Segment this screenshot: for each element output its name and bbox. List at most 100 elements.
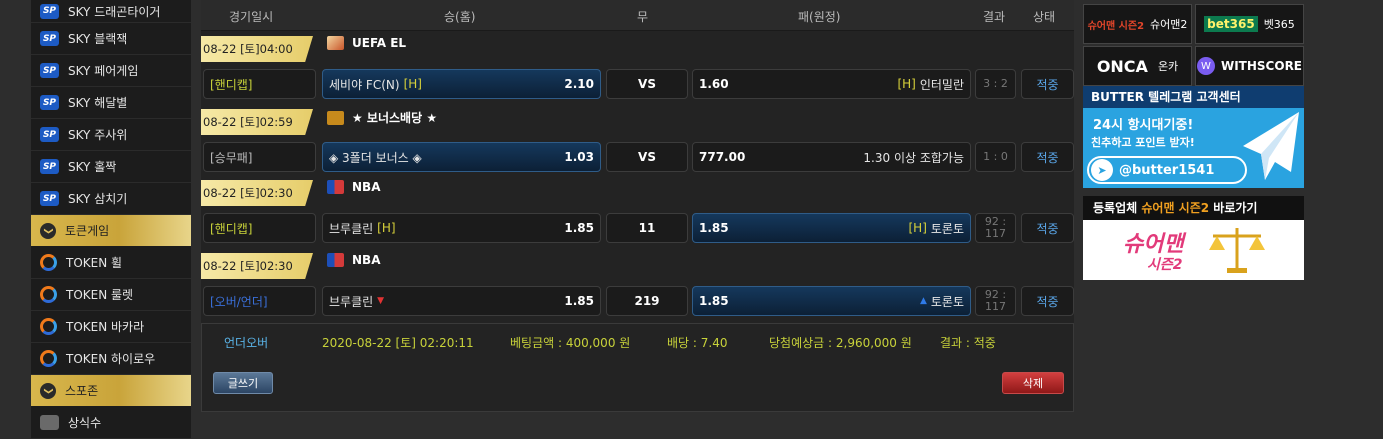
away-team-group: [H] 인터밀란 bbox=[897, 76, 964, 93]
sidebar-item[interactable]: TOKEN 하이로우 bbox=[31, 343, 191, 375]
up-arrow-icon: ▲ bbox=[919, 296, 927, 306]
summary-bet-amount: 베팅금액 : 400,000 원 bbox=[510, 336, 631, 350]
sidebar: SP SKY 드래곤타이거 SP SKY 블랙잭 SP SKY 페어게임 SP SKY 해달별… bbox=[31, 0, 191, 439]
telegram-line2: 친추하고 포인트 받자! bbox=[1091, 136, 1195, 149]
sidebar-item[interactable]: 상식수 bbox=[31, 407, 191, 439]
table-header: 경기일시 승(홈) 무 패(원정) 결과 상태 bbox=[201, 0, 1074, 31]
home-team-name: 세비야 FC(N) bbox=[329, 77, 400, 92]
bonus-flag-icon bbox=[327, 110, 344, 125]
sp-badge-icon: SP bbox=[40, 63, 59, 78]
sidebar-item-label: TOKEN 바카라 bbox=[66, 320, 145, 334]
away-team-name: 토론토 bbox=[930, 221, 964, 236]
sidebar-section-header[interactable]: ❯ 스포존 bbox=[31, 375, 191, 407]
bet-history-panel: 경기일시 승(홈) 무 패(원정) 결과 상태 08-22 [토]04:00 UE… bbox=[201, 0, 1074, 412]
away-odds: 1.85 bbox=[699, 294, 729, 308]
onca-logo-icon: ONCA bbox=[1096, 56, 1148, 76]
sidebar-item-label: SKY 페어게임 bbox=[68, 64, 139, 78]
summary-odds: 배당 : 7.40 bbox=[667, 336, 728, 350]
sureman-logo-icon: 슈어맨 시즌2 bbox=[1087, 20, 1145, 32]
draw-cell[interactable]: VS bbox=[606, 69, 688, 99]
home-odds-cell[interactable]: 브루클린 [H] 1.85 bbox=[322, 213, 601, 243]
partner-withscore[interactable]: W WITHSCORE bbox=[1195, 46, 1304, 86]
partner-label: 온카 bbox=[1157, 60, 1179, 73]
status-cell[interactable]: 적중 bbox=[1021, 213, 1074, 243]
home-odds: 1.03 bbox=[564, 150, 594, 164]
partner-label: WITHSCORE bbox=[1220, 59, 1303, 73]
partner-onca[interactable]: ONCA 온카 bbox=[1083, 46, 1192, 86]
sidebar-item-label: 스포존 bbox=[65, 384, 99, 398]
result-cell: 92 : 117 bbox=[975, 213, 1016, 243]
summary-expected-payout: 당첨예상금 : 2,960,000 원 bbox=[769, 336, 912, 350]
status-cell[interactable]: 적중 bbox=[1021, 142, 1074, 172]
game-date-tab: 08-22 [토]04:00 bbox=[201, 36, 313, 62]
telegram-line1: 24시 항시대기중! bbox=[1093, 118, 1194, 133]
sidebar-item[interactable]: SP SKY 주사위 bbox=[31, 119, 191, 151]
status-cell[interactable]: 적중 bbox=[1021, 286, 1074, 316]
home-team-name: ◈ 3폴더 보너스 ◈ bbox=[329, 150, 422, 165]
league-name: ★ 보너스배당 ★ bbox=[352, 111, 438, 125]
away-tag: [H] bbox=[897, 77, 916, 91]
uefa-flag-icon bbox=[327, 36, 344, 50]
partner-label: 슈어맨2 bbox=[1150, 18, 1188, 31]
delete-button[interactable]: 삭제 bbox=[1002, 372, 1064, 394]
away-team-group: 1.30 이상 조합가능 bbox=[859, 149, 964, 166]
result-cell: 92 : 117 bbox=[975, 286, 1016, 316]
away-team-name: 토론토 bbox=[930, 294, 964, 309]
away-odds: 777.00 bbox=[699, 150, 746, 164]
home-team-group: 브루클린 ▼ bbox=[329, 293, 384, 310]
sp-badge-icon: SP bbox=[40, 95, 59, 110]
sidebar-item[interactable]: SP SKY 해달별 bbox=[31, 87, 191, 119]
partner-bet365[interactable]: bet365 벳365 bbox=[1195, 4, 1304, 44]
league-name: NBA bbox=[352, 253, 381, 267]
bet-type-cell: [승무패] bbox=[203, 142, 316, 172]
home-team-group: ◈ 3폴더 보너스 ◈ bbox=[329, 149, 426, 166]
home-odds-cell[interactable]: 세비야 FC(N) [H] 2.10 bbox=[322, 69, 601, 99]
sureman-title-highlight: 슈어맨 시즌2 bbox=[1141, 201, 1210, 215]
away-odds-cell[interactable]: 777.00 1.30 이상 조합가능 bbox=[692, 142, 971, 172]
home-odds-cell[interactable]: 브루클린 ▼ 1.85 bbox=[322, 286, 601, 316]
sidebar-item[interactable]: TOKEN 룰렛 bbox=[31, 279, 191, 311]
draw-cell[interactable]: 219 bbox=[606, 286, 688, 316]
sp-badge-icon: SP bbox=[40, 31, 59, 46]
header-away: 패(원정) bbox=[798, 10, 841, 24]
sidebar-item[interactable]: SP SKY 블랙잭 bbox=[31, 23, 191, 55]
sidebar-item[interactable]: SP SKY 드래곤타이거 bbox=[31, 0, 191, 23]
league-label: ★ 보너스배당 ★ bbox=[327, 109, 437, 126]
token-ring-icon bbox=[40, 318, 57, 335]
partner-sureman2[interactable]: 슈어맨 시즌2 슈어맨2 bbox=[1083, 4, 1192, 44]
sidebar-item[interactable]: SP SKY 페어게임 bbox=[31, 55, 191, 87]
sp-badge-icon: SP bbox=[40, 127, 59, 142]
home-odds-cell[interactable]: ◈ 3폴더 보너스 ◈ 1.03 bbox=[322, 142, 601, 172]
write-button[interactable]: 글쓰기 bbox=[213, 372, 273, 394]
summary-result: 결과 : 적중 bbox=[940, 336, 996, 350]
draw-cell[interactable]: 11 bbox=[606, 213, 688, 243]
away-team-group: ▲ 토론토 bbox=[920, 293, 964, 310]
sidebar-item[interactable]: SP SKY 삼치기 bbox=[31, 183, 191, 215]
away-odds-cell[interactable]: 1.85 ▲ 토론토 bbox=[692, 286, 971, 316]
league-label: NBA bbox=[327, 180, 380, 194]
sidebar-item[interactable]: SP SKY 홀짝 bbox=[31, 151, 191, 183]
home-tag: [H] bbox=[403, 77, 422, 91]
sp-badge-icon: SP bbox=[40, 159, 59, 174]
telegram-icon: ➤ bbox=[1091, 159, 1113, 181]
away-odds-cell[interactable]: 1.85 [H] 토론토 bbox=[692, 213, 971, 243]
sidebar-item-label: 토큰게임 bbox=[65, 224, 110, 238]
away-team-group: [H] 토론토 bbox=[908, 220, 964, 237]
summary-datetime: 2020-08-22 [토] 02:20:11 bbox=[322, 336, 474, 350]
status-cell[interactable]: 적중 bbox=[1021, 69, 1074, 99]
sidebar-section-header[interactable]: ❯ 토큰게임 bbox=[31, 215, 191, 247]
partner-label: 벳365 bbox=[1263, 18, 1295, 31]
home-odds: 1.85 bbox=[564, 294, 594, 308]
sidebar-item[interactable]: TOKEN 바카라 bbox=[31, 311, 191, 343]
header-home: 승(홈) bbox=[444, 10, 476, 24]
away-odds-cell[interactable]: 1.60 [H] 인터밀란 bbox=[692, 69, 971, 99]
home-odds: 1.85 bbox=[564, 221, 594, 235]
telegram-handle-box: ➤ @butter1541 bbox=[1087, 156, 1247, 184]
sureman-banner[interactable]: 등록업체 슈어맨 시즌2 바로가기 슈어맨 시즌2 bbox=[1083, 196, 1304, 280]
header-date: 경기일시 bbox=[229, 10, 274, 24]
telegram-banner[interactable]: BUTTER 텔레그램 고객센터 24시 항시대기중! 친추하고 포인트 받자!… bbox=[1083, 86, 1304, 188]
nba-flag-icon bbox=[327, 180, 344, 194]
draw-cell[interactable]: VS bbox=[606, 142, 688, 172]
sidebar-item[interactable]: TOKEN 휠 bbox=[31, 247, 191, 279]
league-label: UEFA EL bbox=[327, 36, 406, 50]
